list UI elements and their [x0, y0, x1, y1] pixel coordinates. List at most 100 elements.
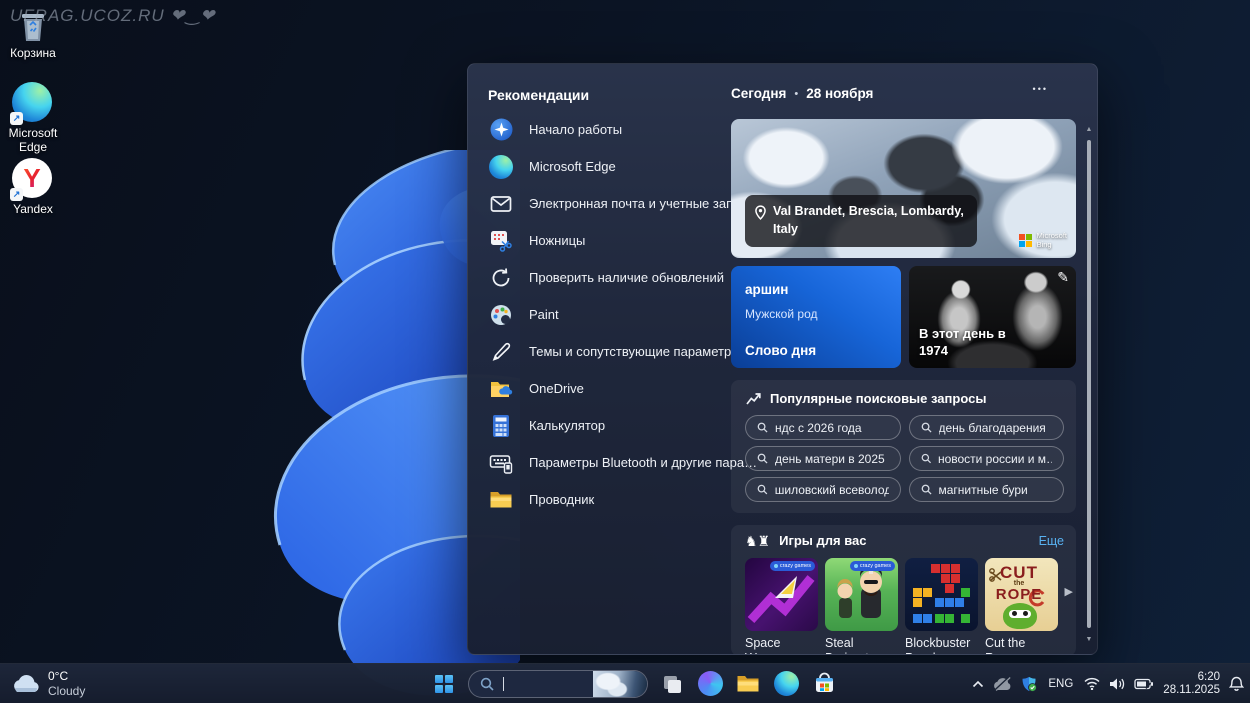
trending-chip[interactable]: день матери в 2025 — [745, 446, 901, 471]
microsoft-store-button[interactable] — [810, 670, 838, 698]
map-pin-icon — [755, 205, 766, 220]
recommended-item-label: Paint — [529, 307, 559, 322]
game-tile-cut-the-rope[interactable]: CUT the ROPE — [985, 558, 1058, 631]
trending-arrow-icon — [746, 393, 761, 405]
crazy-games-badge: crazy games — [850, 561, 895, 571]
on-this-day-caption: В этот день в 1974 — [919, 326, 1027, 360]
trending-chip-label: ндс с 2026 года — [775, 421, 862, 435]
trending-chip-label: магнитные бури — [939, 483, 1028, 497]
trending-chip-label: новости россии и м… — [938, 452, 1052, 466]
start-button[interactable] — [430, 670, 458, 698]
desktop-icon-yandex[interactable]: Y ↗ Yandex — [0, 158, 66, 217]
volume-icon[interactable] — [1109, 677, 1125, 691]
today-separator-dot: • — [794, 88, 798, 100]
recommended-item-label: Калькулятор — [529, 418, 605, 433]
battery-icon[interactable] — [1134, 678, 1154, 690]
update-refresh-icon — [488, 265, 514, 291]
calculator-icon — [488, 413, 514, 439]
tray-chevron-up-icon[interactable] — [972, 680, 984, 688]
game-titles-row: Space Waves Steal Brainrot Online Blockb… — [745, 636, 1058, 655]
trending-chip[interactable]: ндс с 2026 года — [745, 415, 901, 440]
word-of-the-day-card[interactable]: аршин Мужской род Слово дня — [731, 266, 901, 368]
weather-temp: 0°C — [48, 669, 85, 683]
games-more-link[interactable]: Еще — [1039, 534, 1064, 548]
scrollbar-up-icon[interactable]: ▲ — [1084, 126, 1094, 133]
word-of-day-grammar: Мужской род — [745, 307, 817, 321]
recommended-item-label: Ножницы — [529, 233, 585, 248]
desktop-watermark: UFRAG.UCOZ.RU ❤‿❤ — [10, 6, 216, 26]
blockbuster-art — [905, 558, 978, 631]
game-title[interactable]: Blockbuster Puzzle — [905, 636, 978, 655]
today-header: Сегодня • 28 ноября — [731, 86, 1076, 101]
copilot-button[interactable] — [696, 670, 724, 698]
trending-chip[interactable]: магнитные бури — [909, 477, 1065, 502]
trending-searches-card: Популярные поисковые запросы ндс с 2026 … — [731, 380, 1076, 513]
notifications-bell-icon[interactable] — [1229, 676, 1244, 692]
search-home-panel: Рекомендации Начало работы Micro — [467, 63, 1098, 655]
trending-title: Популярные поисковые запросы — [770, 391, 986, 406]
feed-scrollbar: ▲ ▼ — [1084, 122, 1094, 652]
bing-image-card[interactable]: Val Brandet, Brescia, Lombardy, Italy Mi… — [731, 119, 1076, 258]
weather-condition: Cloudy — [48, 684, 85, 698]
games-for-you-card: ♞♜ Игры для вас Еще crazy games — [731, 525, 1076, 655]
onedrive-paused-icon[interactable] — [993, 677, 1012, 691]
today-date: 28 ноября — [806, 86, 873, 101]
on-this-day-card[interactable]: ✎ В этот день в 1974 — [909, 266, 1076, 368]
task-view-button[interactable] — [658, 670, 686, 698]
search-icon — [757, 422, 768, 433]
carousel-next-icon[interactable]: ▶ — [1065, 585, 1073, 598]
taskbar-weather-widget[interactable]: 0°C Cloudy — [12, 664, 85, 703]
game-tile-steal-brainrot[interactable]: crazy games — [825, 558, 898, 631]
edge-icon — [774, 671, 799, 696]
edge-button[interactable] — [772, 670, 800, 698]
search-icon — [757, 453, 768, 464]
recommended-item-label: Электронная почта и учетные записи — [529, 196, 754, 211]
wifi-icon[interactable] — [1084, 677, 1100, 690]
trending-chip[interactable]: день благодарения — [909, 415, 1065, 440]
clock-widget[interactable]: 6:20 28.11.2025 — [1163, 671, 1220, 697]
cloud-icon — [12, 674, 40, 693]
desktop-icon-label: Yandex — [0, 203, 66, 217]
scrollbar-thumb[interactable] — [1087, 140, 1091, 628]
scrollbar-down-icon[interactable]: ▼ — [1084, 636, 1094, 643]
recommended-item-label: Темы и сопутствующие параметры — [529, 344, 741, 359]
recommended-item-label: Начало работы — [529, 122, 622, 137]
search-highlight-thumbnail[interactable] — [593, 671, 647, 697]
mail-icon — [488, 191, 514, 217]
taskbar-search-input[interactable] — [468, 670, 648, 698]
windows-security-shield-icon[interactable] — [1021, 676, 1037, 692]
recommendations-title: Рекомендации — [488, 87, 589, 103]
copilot-icon — [698, 671, 723, 696]
more-options-icon[interactable]: ••• — [1033, 84, 1048, 94]
snipping-tool-icon — [488, 228, 514, 254]
game-tile-blockbuster[interactable] — [905, 558, 978, 631]
language-indicator[interactable]: ENG — [1046, 678, 1075, 690]
recommended-item-label: Microsoft Edge — [529, 159, 616, 174]
trending-chip[interactable]: новости россии и м… — [909, 446, 1065, 471]
trending-header: Популярные поисковые запросы — [746, 391, 986, 406]
desktop-icon-label: Корзина — [0, 47, 66, 61]
game-title[interactable]: Steal Brainrot Online — [825, 636, 898, 655]
getting-started-icon — [488, 117, 514, 143]
trending-chip-label: день матери в 2025 — [775, 452, 885, 466]
game-title[interactable]: Space Waves — [745, 636, 818, 655]
game-title[interactable]: Cut the Rope — [985, 636, 1058, 655]
game-tile-space-waves[interactable]: crazy games — [745, 558, 818, 631]
today-title: Сегодня — [731, 86, 786, 101]
desktop-icon-edge[interactable]: ↗ Microsoft Edge — [0, 82, 66, 155]
today-feed: Сегодня • 28 ноября ••• Val Brandet, Bre… — [731, 64, 1076, 655]
trending-chips: ндс с 2026 года день благодарения день м… — [745, 415, 1064, 502]
edit-pencil-icon[interactable]: ✎ — [1057, 269, 1069, 286]
recommended-item-label: Проверить наличие обновлений — [529, 270, 724, 285]
paint-palette-icon — [488, 302, 514, 328]
image-location-badge[interactable]: Val Brandet, Brescia, Lombardy, Italy — [745, 195, 977, 247]
word-of-day-caption: Слово дня — [745, 343, 816, 358]
themes-pen-icon — [488, 339, 514, 365]
microsoft-logo-icon — [1019, 234, 1032, 247]
word-of-day-word: аршин — [745, 282, 788, 297]
taskbar-center — [430, 664, 838, 703]
trending-chip[interactable]: шиловский всеволод — [745, 477, 901, 502]
desktop-icon-label: Microsoft Edge — [1, 127, 65, 155]
file-explorer-button[interactable] — [734, 670, 762, 698]
search-icon — [921, 422, 932, 433]
